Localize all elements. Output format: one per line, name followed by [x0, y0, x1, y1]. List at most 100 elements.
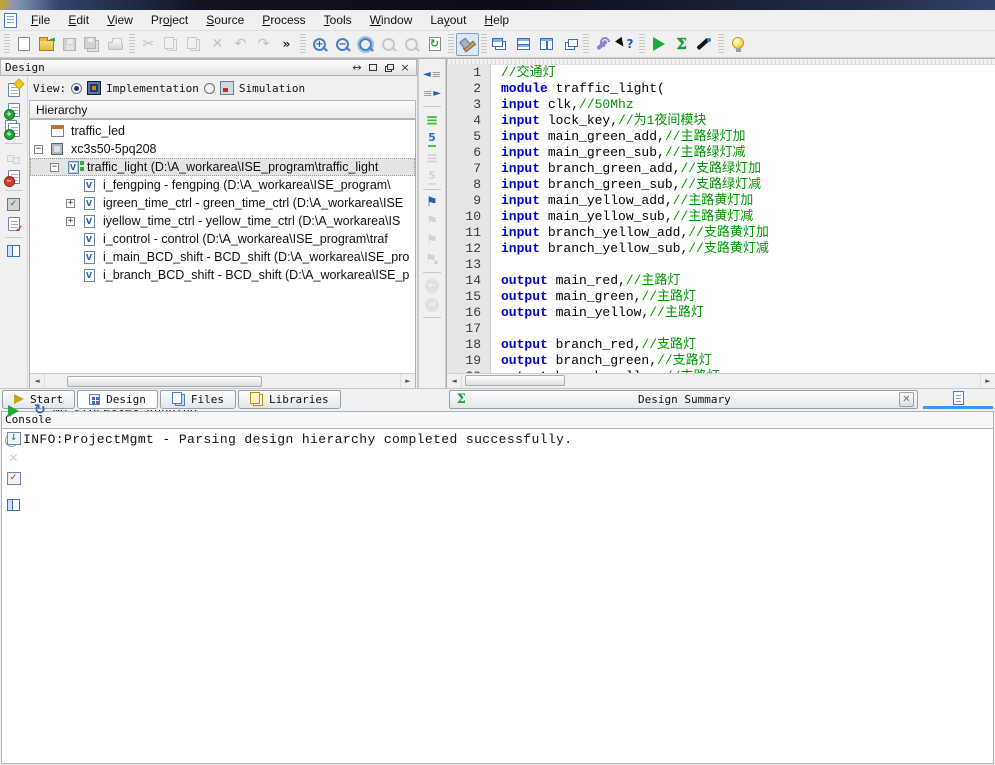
device-xc3s50-5pq208[interactable]: − xc3s50-5pq208 [30, 140, 415, 158]
menu-file[interactable]: File [22, 11, 59, 29]
simulation-radio[interactable] [203, 82, 215, 94]
scroll-track[interactable] [45, 374, 400, 388]
clear-bookmarks-button [421, 250, 443, 269]
restore-windows-button[interactable] [558, 33, 581, 56]
open-project-icon [39, 36, 54, 51]
line-number: 5 [447, 129, 491, 145]
new-source-button[interactable] [3, 80, 25, 100]
open-project-button[interactable] [35, 33, 58, 56]
implementation-radio[interactable] [71, 82, 83, 94]
toggle-bookmark-button[interactable] [421, 193, 443, 212]
hierarchy-hscrollbar[interactable]: ◄ ► [30, 373, 415, 388]
close-summary-icon[interactable]: ✕ [899, 391, 914, 407]
tile-windows-vertical-button[interactable] [535, 33, 558, 56]
zoom-out-button[interactable]: − [331, 33, 354, 56]
line-number: 7 [447, 161, 491, 177]
design-goals-hammer-button[interactable] [456, 32, 479, 56]
scroll-left-icon[interactable]: ◄ [447, 373, 462, 388]
highlight-lines-button[interactable] [421, 110, 443, 129]
menu-tools[interactable]: Tools [315, 11, 361, 29]
tile-windows-horizontal-button[interactable] [512, 33, 535, 56]
source-properties-button[interactable] [3, 214, 25, 235]
intelligent-help-bulb-button[interactable] [726, 33, 749, 56]
menu-edit[interactable]: Edit [59, 11, 98, 29]
panel-tabs: Start Design Files Libraries [2, 389, 343, 409]
remove-source-button[interactable] [3, 167, 25, 187]
toolbar-overflow-button[interactable]: » [275, 33, 298, 56]
simulation-icon [219, 81, 234, 95]
plus-expander-icon[interactable]: + [66, 198, 75, 208]
module-traffic-light[interactable]: −traffic_light (D:\A_workarea\ISE_progra… [30, 158, 415, 176]
scroll-left-icon[interactable]: ◄ [30, 374, 45, 388]
plus-expander-icon[interactable]: + [66, 216, 75, 226]
verilog-top-icon [64, 160, 84, 174]
instance-igreen-time-ctrl[interactable]: +igreen_time_ctrl - green_time_ctrl (D:\… [30, 194, 415, 212]
run-process-icon [652, 37, 665, 51]
float-panel-icon[interactable]: ↔ [350, 61, 364, 74]
project-settings-wrench-button[interactable] [591, 33, 614, 56]
maximize-panel-icon[interactable] [366, 61, 380, 74]
instance-i-main-bcd-shift[interactable]: i_main_BCD_shift - BCD_shift (D:\A_worka… [30, 248, 415, 266]
design-goals-hammer-icon [460, 37, 475, 52]
menu-layout[interactable]: Layout [421, 11, 475, 29]
tile-windows-vertical-icon [540, 38, 553, 50]
tab-files[interactable]: Files [159, 389, 236, 409]
cascade-windows-button[interactable] [489, 33, 512, 56]
code-area[interactable]: 1//交通灯 2 module traffic_light(3 input clk,/… [447, 65, 995, 373]
menu-project[interactable]: Project [142, 11, 197, 29]
design-summary-button[interactable]: Σ [670, 33, 693, 56]
toggle-columns-button[interactable] [3, 241, 25, 261]
refresh-view-button[interactable]: ↻ [423, 33, 446, 56]
minus-expander-icon[interactable]: − [34, 144, 43, 154]
scroll-right-icon[interactable]: ► [400, 374, 415, 388]
tab-libraries[interactable]: Libraries [238, 389, 341, 409]
design-properties-button[interactable] [3, 194, 25, 214]
design-panel: Design ↔ × View: Implementation Si [0, 59, 419, 511]
hierarchy-tree: traffic_led−xc3s50-5pq208−traffic_light … [30, 120, 415, 373]
add-source-button[interactable] [3, 100, 25, 120]
menu-source[interactable]: Source [197, 11, 253, 29]
goto-line-button[interactable] [421, 129, 443, 148]
new-file-button[interactable] [12, 33, 35, 56]
editor-hscrollbar[interactable]: ◄ ► [447, 372, 995, 388]
menu-process[interactable]: Process [253, 11, 314, 29]
menu-window[interactable]: Window [361, 11, 422, 29]
scroll-right-icon[interactable]: ► [980, 373, 995, 388]
analyzer-telescope-button[interactable] [693, 33, 716, 56]
design-summary-tab[interactable]: Σ Design Summary ✕ [448, 389, 918, 409]
code-line: 10 input main_yellow_sub,//主路黄灯减 [447, 209, 995, 225]
project-settings-wrench-icon [595, 37, 610, 52]
refresh-view-icon: ↻ [428, 37, 441, 51]
source-editor[interactable]: 1//交通灯 2 module traffic_light(3 input clk,/… [446, 59, 995, 388]
scroll-track[interactable] [462, 374, 980, 388]
run-process-button[interactable] [647, 33, 670, 56]
add-copy-of-source-button[interactable] [3, 120, 25, 140]
view-label: View: [33, 81, 67, 95]
title-bar [0, 0, 995, 10]
instance-i-fengping[interactable]: i_fengping - fengping (D:\A_workarea\ISE… [30, 176, 415, 194]
line-number: 17 [447, 321, 491, 337]
close-panel-icon[interactable]: × [398, 61, 412, 74]
menu-view[interactable]: View [98, 11, 142, 29]
instance-i-branch-bcd-shift[interactable]: i_branch_BCD_shift - BCD_shift (D:\A_wor… [30, 266, 415, 284]
restore-panel-icon[interactable] [382, 61, 396, 74]
minus-expander-icon[interactable]: − [50, 162, 59, 172]
menu-help[interactable]: Help [475, 11, 518, 29]
active-document-tab[interactable] [923, 390, 993, 409]
instance-iyellow-time-ctrl[interactable]: +iyellow_time_ctrl - yellow_time_ctrl (D… [30, 212, 415, 230]
analyzer-telescope-icon [697, 37, 712, 52]
whats-this-help-button[interactable]: ? [614, 33, 637, 56]
editor-toolbar-strip [419, 59, 446, 388]
project-traffic-led[interactable]: traffic_led [30, 122, 415, 140]
shift-right-button[interactable] [421, 84, 443, 103]
zoom-in-button[interactable]: + [308, 33, 331, 56]
verilog-icon [80, 250, 98, 264]
child-window-icon[interactable] [4, 12, 17, 28]
zoom-full-view-button[interactable] [354, 33, 377, 56]
console-info-line: INFO:ProjectMgmt - Parsing design hierar… [23, 431, 573, 447]
instance-i-control[interactable]: i_control - control (D:\A_workarea\ISE_p… [30, 230, 415, 248]
scroll-thumb[interactable] [67, 375, 262, 387]
shift-left-button[interactable] [421, 65, 443, 84]
tab-design[interactable]: Design [77, 389, 158, 409]
scroll-thumb[interactable] [465, 375, 565, 386]
